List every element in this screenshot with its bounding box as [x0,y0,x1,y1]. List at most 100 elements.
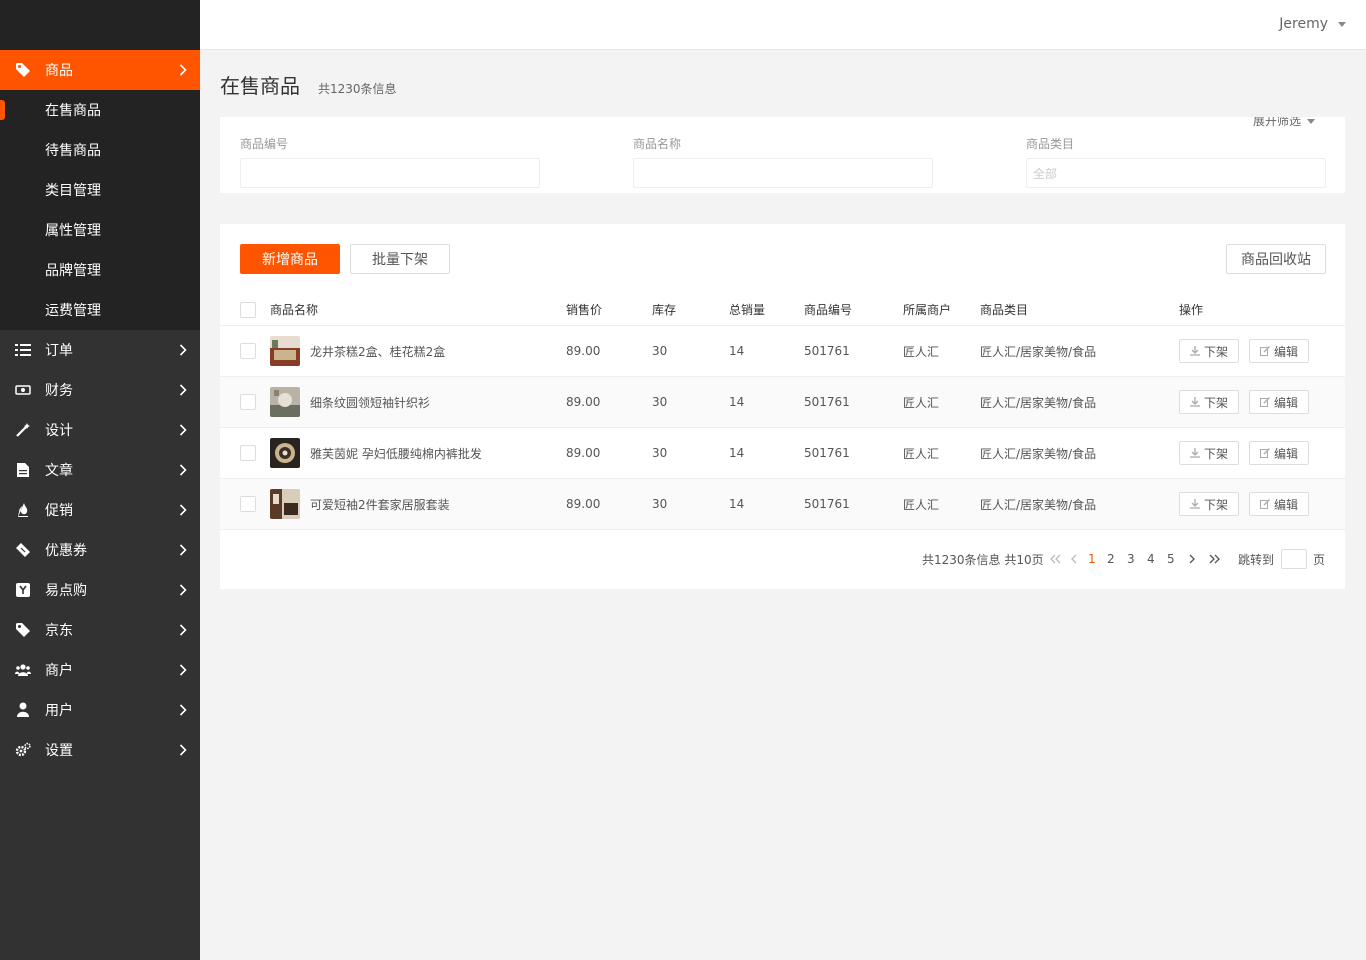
page-link[interactable]: 2 [1107,548,1115,570]
sidebar-subitem-attributes[interactable]: 属性管理 [0,210,200,250]
sidebar-subitem-shipping[interactable]: 运费管理 [0,290,200,330]
table-row: 雅芙茵妮 孕妇低腰纯棉内裤批发 89.00 30 14 501761 匠人汇 匠… [220,428,1345,479]
product-code-input[interactable] [240,158,540,188]
chevron-right-icon [176,343,190,357]
sidebar-item-promotions[interactable]: 促销 [0,490,200,530]
product-thumbnail-cell [270,428,300,478]
product-thumbnail[interactable] [270,387,300,417]
product-thumbnail[interactable] [270,438,300,468]
sidebar-item-label: 设计 [45,423,73,439]
product-name[interactable]: 细条纹圆领短袖针织衫 [310,377,430,427]
filter-label: 商品类目 [1026,137,1075,151]
product-sales: 14 [729,446,745,460]
table-row: 细条纹圆领短袖针织衫 89.00 30 14 501761 匠人汇 匠人汇/居家… [220,377,1345,428]
page-link[interactable]: 5 [1167,548,1175,570]
product-stock: 30 [652,395,668,409]
product-category: 匠人汇/居家美物/食品 [980,446,1097,461]
chevron-right-icon [176,543,190,557]
recycle-bin-button[interactable]: 商品回收站 [1226,244,1326,274]
sidebar-item-users[interactable]: 用户 [0,690,200,730]
sidebar-item-settings[interactable]: 设置 [0,730,200,770]
users-icon [15,662,31,678]
table-row: 龙井茶糕2盒、桂花糕2盒 89.00 30 14 501761 匠人汇 匠人汇/… [220,326,1345,377]
batch-off-shelf-button[interactable]: 批量下架 [350,244,450,274]
top-bar: Jeremy [200,0,1366,50]
magic-wand-icon [15,422,31,438]
off-shelf-button[interactable]: 下架 [1179,390,1239,414]
product-list-panel: 新增商品 批量下架 商品回收站 商品名称 销售价 库存 总销量 商品编号 所属商… [220,224,1345,589]
product-name[interactable]: 雅芙茵妮 孕妇低腰纯棉内裤批发 [310,428,482,478]
row-checkbox[interactable] [240,394,256,410]
product-category-select[interactable]: 全部 [1026,158,1326,188]
sidebar-item-design[interactable]: 设计 [0,410,200,450]
page-unit-label: 页 [1313,552,1326,567]
sidebar-subitem-pending[interactable]: 待售商品 [0,130,200,170]
tag-icon [15,62,31,78]
sidebar-item-articles[interactable]: 文章 [0,450,200,490]
product-thumbnail[interactable] [270,489,300,519]
row-checkbox[interactable] [240,445,256,461]
sidebar-item-finance[interactable]: 财务 [0,370,200,410]
product-code: 501761 [804,497,850,511]
edit-icon [1259,448,1270,458]
edit-icon [1259,346,1270,356]
chevron-right-icon [176,663,190,677]
off-shelf-button[interactable]: 下架 [1179,441,1239,465]
add-product-button[interactable]: 新增商品 [240,244,340,274]
sidebar-item-orders[interactable]: 订单 [0,330,200,370]
row-checkbox[interactable] [240,496,256,512]
column-header: 总销量 [729,303,766,317]
edit-label: 编辑 [1273,344,1298,359]
chevron-right-icon [176,63,190,77]
off-shelf-label: 下架 [1203,344,1228,359]
edit-button[interactable]: 编辑 [1249,441,1309,465]
sidebar-item-products[interactable]: 商品 [0,50,200,90]
select-all-checkbox[interactable] [240,301,256,318]
edit-label: 编辑 [1273,446,1298,461]
column-header: 销售价 [566,303,603,317]
row-checkbox[interactable] [240,343,256,359]
chevron-right-icon [176,623,190,637]
row-select-cell [240,428,256,478]
sidebar-item-coupons[interactable]: 优惠券 [0,530,200,570]
product-thumbnail[interactable] [270,336,300,366]
edit-button[interactable]: 编辑 [1249,492,1309,516]
page-link[interactable]: 4 [1147,548,1155,570]
page-link-current[interactable]: 1 [1088,548,1096,570]
column-header: 商品类目 [980,303,1029,317]
product-sales: 14 [729,497,745,511]
edit-button[interactable]: 编辑 [1249,390,1309,414]
select-all-cell [240,294,256,325]
product-merchant: 匠人汇 [903,497,940,512]
product-category: 匠人汇/居家美物/食品 [980,395,1097,410]
sidebar-subitem-brands[interactable]: 品牌管理 [0,250,200,290]
sidebar-subitem-label: 运费管理 [45,303,101,319]
chevron-right-icon [176,383,190,397]
sidebar-item-yidiangou[interactable]: 易点购 [0,570,200,610]
off-shelf-button[interactable]: 下架 [1179,339,1239,363]
first-page-icon[interactable] [1050,548,1062,570]
next-page-icon[interactable] [1188,548,1195,570]
caret-down-icon [1338,21,1346,27]
logo-area [0,0,200,50]
off-shelf-button[interactable]: 下架 [1179,492,1239,516]
product-name[interactable]: 龙井茶糕2盒、桂花糕2盒 [310,326,445,376]
user-icon [15,702,31,718]
last-page-icon[interactable] [1208,548,1220,570]
user-menu[interactable]: Jeremy [1279,16,1346,32]
sidebar-item-jd[interactable]: 京东 [0,610,200,650]
jump-page-input[interactable] [1281,549,1307,569]
chevron-right-icon [176,703,190,717]
sidebar-item-label: 京东 [45,623,73,639]
expand-filter-button[interactable]: 展开筛选 [1242,117,1325,133]
edit-button[interactable]: 编辑 [1249,339,1309,363]
page-link[interactable]: 3 [1127,548,1135,570]
sidebar-item-label: 财务 [45,383,73,399]
product-name[interactable]: 可爱短袖2件套家居服套装 [310,479,450,529]
sidebar-subitem-on-sale[interactable]: 在售商品 [0,90,200,130]
product-name-input[interactable] [633,158,933,188]
sidebar-subitem-categories[interactable]: 类目管理 [0,170,200,210]
product-stock: 30 [652,497,668,511]
sidebar-item-merchants[interactable]: 商户 [0,650,200,690]
prev-page-icon[interactable] [1071,548,1078,570]
